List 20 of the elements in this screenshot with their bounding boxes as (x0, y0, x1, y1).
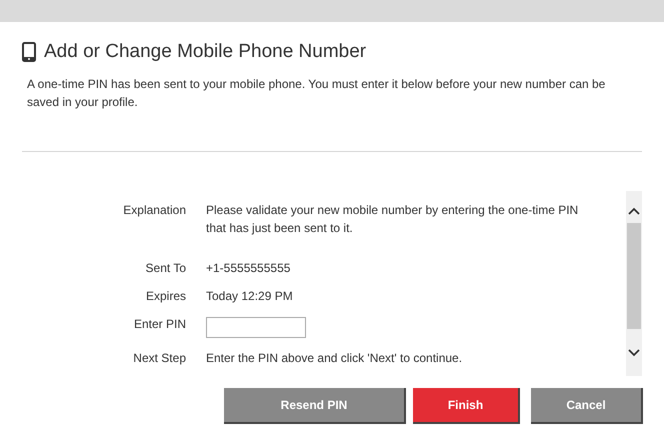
dialog-title: Add or Change Mobile Phone Number (44, 40, 366, 64)
field-value: Please validate your new mobile number by entering the one-time PIN that has just been sent to it. (206, 202, 580, 237)
field-label: Enter PIN (132, 316, 186, 333)
mobile-phone-icon (22, 42, 36, 62)
field-value: Today 12:29 PM (206, 288, 294, 305)
field-label: Next Step (132, 350, 186, 367)
dialog-button[interactable]: Cancel (531, 388, 643, 424)
field-value: Enter the PIN above and click 'Next' to continue. (206, 350, 464, 367)
scrollbar[interactable] (626, 191, 642, 376)
scroll-down-icon[interactable] (628, 349, 640, 357)
scroll-thumb[interactable] (627, 223, 641, 329)
scroll-up-icon[interactable] (628, 207, 640, 215)
dialog-description: A one-time PIN has been sent to your mobile phone. You must enter it below before your new number can be saved in your profile. (27, 76, 606, 111)
field-value: +1-5555555555 (206, 260, 292, 277)
dialog-button[interactable]: Resend PIN (224, 388, 406, 424)
field-label: Explanation (122, 202, 186, 219)
field-label: Expires (144, 288, 186, 305)
field-label: Sent To (144, 260, 186, 277)
pin-input-field[interactable] (206, 316, 306, 338)
dialog-button[interactable]: Finish (413, 388, 520, 424)
